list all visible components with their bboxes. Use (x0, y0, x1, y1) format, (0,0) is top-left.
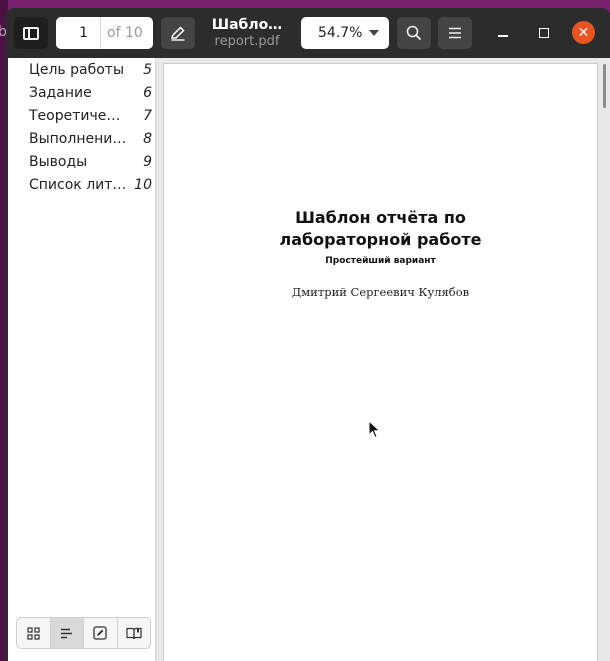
outline-item-page: 10 (134, 176, 152, 193)
sidebar-toggle-button[interactable] (14, 17, 48, 49)
annotate-button[interactable] (161, 17, 195, 49)
tab-bookmarks[interactable] (118, 618, 151, 648)
outline-item-page: 5 (143, 61, 152, 78)
page-number-field[interactable]: 1 of 10 (56, 17, 153, 49)
tab-outline[interactable] (50, 618, 84, 648)
outline-item-label: Теоретичес… (29, 107, 127, 124)
outline-item-page: 7 (143, 107, 152, 124)
search-icon (406, 25, 422, 41)
tab-annotations[interactable] (84, 618, 118, 648)
zoom-value: 54.7% (318, 25, 363, 41)
outline-item-page: 6 (143, 84, 152, 101)
page-title: Шаблон отчёта по лабораторной работе (279, 208, 482, 249)
page-author: Дмитрий Сергеевич Кулябов (291, 285, 470, 299)
outline-item-label: Список лит… (29, 176, 127, 193)
sidebar-icon (23, 26, 39, 40)
hamburger-menu-icon (449, 27, 461, 39)
sidebar: Цель работы 5 Задание 6 Теоретичес… 7 Вы… (8, 58, 155, 661)
search-button[interactable] (397, 17, 431, 49)
page-total-label: of 10 (107, 25, 143, 41)
outline-item-page: 9 (143, 153, 152, 170)
outline-item[interactable]: Теоретичес… 7 (8, 104, 155, 127)
outline-item[interactable]: Выполнени… 8 (8, 127, 155, 150)
sidebar-view-switcher (16, 617, 151, 649)
annotation-icon (93, 626, 107, 640)
minimize-button[interactable] (493, 23, 513, 43)
main-menu-button[interactable] (438, 17, 472, 49)
maximize-icon (539, 28, 549, 38)
document-title-label: Шабло… (211, 17, 283, 33)
minimize-icon (498, 35, 508, 37)
pencil-icon (170, 26, 185, 41)
outline-item[interactable]: Выводы 9 (8, 150, 155, 173)
maximize-button[interactable] (534, 23, 554, 43)
outline-item-label: Задание (29, 84, 92, 101)
outline-item-page: 8 (143, 130, 152, 147)
current-page-input[interactable]: 1 (56, 25, 100, 41)
header-bar: 1 of 10 Шабло… report.pdf 54.7% ✕ (6, 8, 610, 58)
chevron-down-icon (369, 30, 379, 36)
outline-item[interactable]: Задание 6 (8, 81, 155, 104)
outline-item[interactable]: Цель работы 5 (8, 58, 155, 81)
mouse-pointer-icon (368, 420, 381, 439)
zoom-selector[interactable]: 54.7% (301, 17, 389, 49)
vertical-scrollbar[interactable] (603, 64, 606, 108)
close-button[interactable]: ✕ (572, 21, 595, 44)
book-icon (126, 627, 142, 639)
document-filename-label: report.pdf (214, 34, 280, 49)
document-page: Шаблон отчёта по лабораторной работе Про… (164, 64, 597, 661)
window-title: Шабло… report.pdf (202, 17, 292, 50)
page-subtitle: Простейший вариант (325, 256, 436, 266)
close-icon: ✕ (577, 24, 590, 41)
outline-list-icon (61, 628, 73, 638)
document-viewer-window: 1 of 10 Шабло… report.pdf 54.7% ✕ Цель р… (6, 8, 610, 661)
outline-item-label: Выполнени… (29, 130, 127, 147)
outline-item-label: Цель работы (29, 61, 125, 78)
document-view[interactable]: Шаблон отчёта по лабораторной работе Про… (156, 58, 610, 661)
grid-icon (27, 626, 40, 640)
outline-item-label: Выводы (29, 153, 88, 170)
outline-item[interactable]: Список лит… 10 (8, 173, 155, 196)
tab-thumbnails[interactable] (17, 618, 51, 648)
